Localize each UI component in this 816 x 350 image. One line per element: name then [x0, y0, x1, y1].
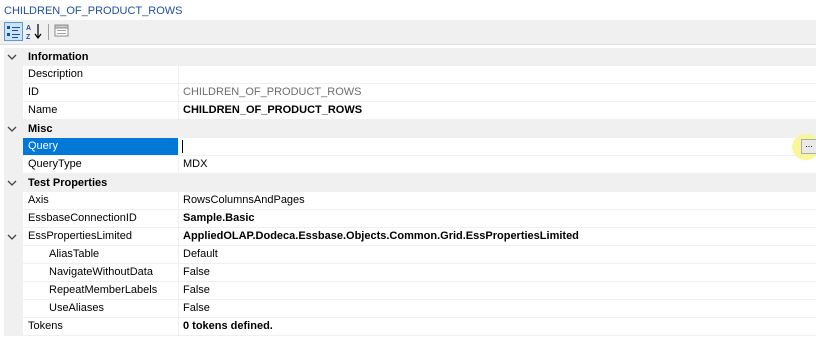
- category-label: Test Properties: [28, 177, 108, 189]
- property-row-repeat-member-labels[interactable]: RepeatMemberLabels False: [4, 282, 816, 300]
- property-value: CHILDREN_OF_PRODUCT_ROWS: [183, 86, 362, 98]
- toolbar-separator: [48, 24, 49, 40]
- property-value[interactable]: False: [183, 300, 210, 317]
- property-name: QueryType: [28, 158, 82, 170]
- property-name: EssPropertiesLimited: [28, 230, 132, 242]
- property-row-querytype[interactable]: QueryType MDX: [4, 156, 816, 174]
- property-row-alias-table[interactable]: AliasTable Default: [4, 246, 816, 264]
- categorized-icon: [7, 26, 20, 38]
- property-name: Name: [28, 104, 58, 116]
- ellipsis-button[interactable]: ...: [801, 139, 816, 154]
- window-title: CHILDREN_OF_PRODUCT_ROWS: [4, 5, 183, 17]
- categorized-button[interactable]: [4, 22, 23, 41]
- property-row-ess-properties-limited[interactable]: EssPropertiesLimited AppliedOLAP.Dodeca.…: [4, 228, 816, 246]
- property-value[interactable]: AppliedOLAP.Dodeca.Essbase.Objects.Commo…: [183, 228, 579, 245]
- property-value[interactable]: Default: [183, 246, 218, 263]
- property-value[interactable]: RowsColumnsAndPages: [183, 192, 305, 209]
- property-row-navigate-without-data[interactable]: NavigateWithoutData False: [4, 264, 816, 282]
- property-name: UseAliases: [49, 302, 105, 314]
- property-value[interactable]: False: [183, 264, 210, 281]
- chevron-down-icon[interactable]: [6, 51, 18, 63]
- property-value[interactable]: 0 tokens defined.: [183, 318, 273, 335]
- property-value[interactable]: False: [183, 282, 210, 299]
- chevron-down-icon[interactable]: [6, 231, 18, 243]
- property-row-tokens[interactable]: Tokens 0 tokens defined.: [4, 318, 816, 336]
- category-label: Information: [28, 51, 89, 63]
- property-name: Tokens: [28, 320, 63, 332]
- property-value[interactable]: MDX: [183, 156, 207, 173]
- property-row-name[interactable]: Name CHILDREN_OF_PRODUCT_ROWS: [4, 102, 816, 120]
- property-row-use-aliases[interactable]: UseAliases False: [4, 300, 816, 318]
- property-row-description[interactable]: Description: [4, 66, 816, 84]
- property-grid: Information Description ID CHILDREN_OF_P…: [4, 48, 816, 336]
- chevron-down-icon[interactable]: [6, 177, 18, 189]
- property-row-id[interactable]: ID CHILDREN_OF_PRODUCT_ROWS: [4, 84, 816, 102]
- category-misc[interactable]: Misc: [4, 120, 816, 138]
- category-information[interactable]: Information: [4, 48, 816, 66]
- text-caret: [182, 140, 183, 153]
- category-test-properties[interactable]: Test Properties: [4, 174, 816, 192]
- chevron-down-icon[interactable]: [6, 123, 18, 135]
- svg-text:A: A: [26, 25, 31, 32]
- property-row-essbase-connection-id[interactable]: EssbaseConnectionID Sample.Basic: [4, 210, 816, 228]
- property-name: NavigateWithoutData: [49, 266, 153, 278]
- alphabetical-sort-icon: A Z: [26, 24, 42, 41]
- svg-text:Z: Z: [26, 34, 31, 41]
- property-name: ID: [28, 86, 39, 98]
- property-grid-toolbar: A Z: [0, 20, 816, 45]
- property-name: Description: [28, 68, 84, 80]
- property-pages-button[interactable]: [53, 22, 72, 41]
- property-name: AliasTable: [49, 248, 100, 260]
- property-value[interactable]: CHILDREN_OF_PRODUCT_ROWS: [183, 102, 362, 119]
- property-name: EssbaseConnectionID: [28, 212, 137, 224]
- alphabetical-button[interactable]: A Z: [25, 22, 44, 41]
- property-pages-icon: [54, 24, 69, 37]
- property-name-selected: Query: [23, 138, 178, 155]
- property-value[interactable]: Sample.Basic: [183, 210, 255, 227]
- property-row-query[interactable]: Query ...: [4, 134, 816, 160]
- category-label: Misc: [28, 123, 53, 135]
- property-row-axis[interactable]: Axis RowsColumnsAndPages: [4, 192, 816, 210]
- property-name: RepeatMemberLabels: [49, 284, 158, 296]
- property-name: Axis: [28, 194, 49, 206]
